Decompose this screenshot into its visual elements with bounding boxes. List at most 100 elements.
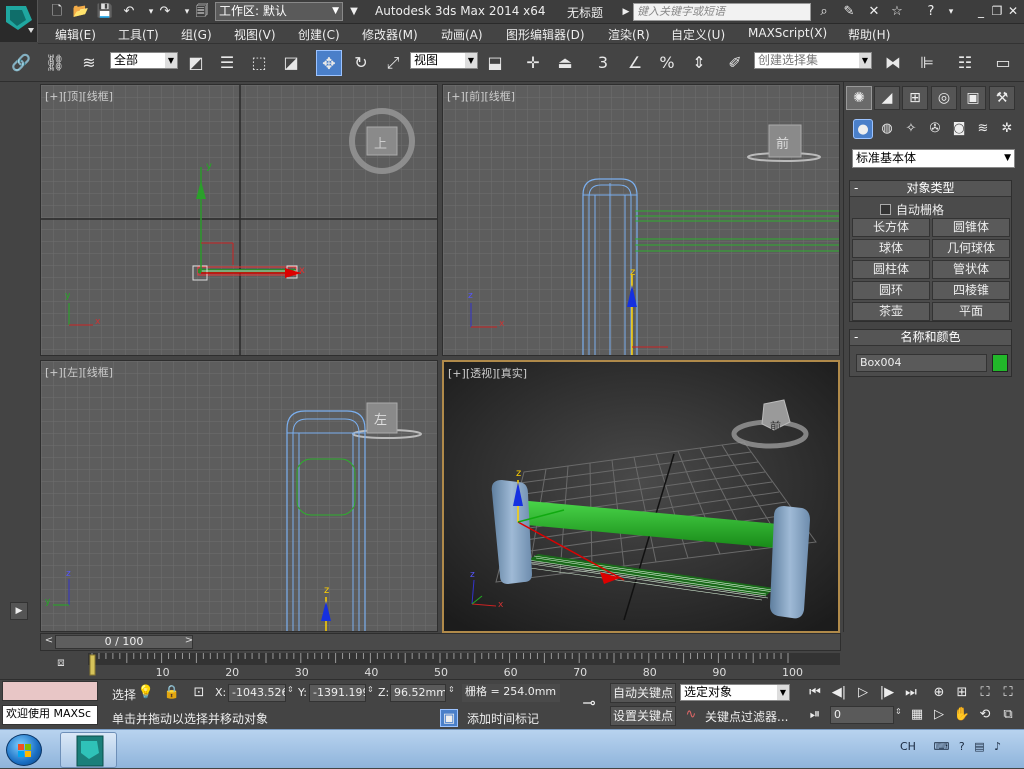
menu-group[interactable]: 组(G) [181, 26, 212, 43]
select-and-manipulate-icon[interactable]: ✛ [520, 50, 546, 76]
binoculars-icon[interactable]: ⌕ [815, 3, 833, 21]
network-icon[interactable]: ▤ [974, 740, 984, 753]
start-button[interactable] [6, 734, 42, 766]
field-of-view-icon[interactable]: ▷ [930, 706, 948, 724]
percent-snap-icon[interactable]: % [654, 50, 680, 76]
select-object-icon[interactable]: ◩ [183, 50, 209, 76]
save-icon[interactable]: 💾 [96, 3, 114, 21]
viewport-plus-menu[interactable]: [+] [448, 367, 466, 380]
key-mode-dropdown[interactable]: 选定对象 ▼ [680, 684, 790, 701]
viewport-shading[interactable]: [线框] [82, 90, 113, 103]
spinner-icon[interactable]: ⇕ [448, 685, 455, 694]
spinner-icon[interactable]: ⇕ [895, 707, 902, 716]
select-and-move-icon[interactable]: ✥ [316, 50, 342, 76]
auto-key-button[interactable]: 自动关键点 [610, 683, 676, 703]
previous-frame-icon[interactable]: ◀| [830, 684, 848, 702]
utilities-tab-icon[interactable]: ⚒ [989, 86, 1015, 110]
primitive-type-dropdown[interactable]: 标准基本体 ▼ [852, 149, 1015, 168]
menu-modifiers[interactable]: 修改器(M) [362, 26, 418, 43]
project-folder-icon[interactable]: 🗐 [193, 3, 211, 21]
reference-coordinate-dropdown[interactable]: 视图 ▼ [410, 52, 478, 69]
viewport-label[interactable]: [+][顶][线框] [45, 88, 113, 104]
maximize-viewport-icon[interactable]: ⧉ [999, 706, 1017, 724]
zoom-extents-icon[interactable]: ⛶ [976, 684, 994, 702]
create-tab-icon[interactable]: ✺ [846, 86, 872, 110]
snaps-toggle-icon[interactable]: 3 [590, 50, 616, 76]
add-time-tag-icon[interactable]: ▣ [440, 709, 458, 727]
pyramid-button[interactable]: 四棱锥 [932, 281, 1010, 300]
viewport-top[interactable]: [+][顶][线框] 上 y x y x [40, 84, 438, 356]
absolute-mode-icon[interactable]: ⊡ [190, 684, 208, 702]
box-button[interactable]: 长方体 [852, 218, 930, 237]
next-frame-icon[interactable]: |▶ [878, 684, 896, 702]
torus-button[interactable]: 圆环 [852, 281, 930, 300]
maxscript-mini-listener-bottom[interactable]: 欢迎使用 MAXSc [2, 705, 98, 725]
object-name-field[interactable]: Box004 [856, 354, 987, 372]
shapes-icon[interactable]: ◍ [877, 119, 897, 139]
menu-edit[interactable]: 编辑(E) [55, 26, 96, 43]
modify-tab-icon[interactable]: ◢ [874, 86, 900, 110]
pivot-center-icon[interactable]: ⬓ [482, 50, 508, 76]
viewport-name[interactable]: [左] [63, 366, 83, 379]
time-config-icon[interactable]: ▦ [908, 706, 926, 724]
menu-maxscript[interactable]: MAXScript(X) [748, 26, 827, 40]
keyboard-icon[interactable]: ⌨ [933, 740, 949, 753]
menu-graph-editors[interactable]: 图形编辑器(D) [506, 26, 585, 43]
redo-icon[interactable]: ↷ [156, 3, 174, 21]
mini-curve-editor-icon[interactable]: ⧈ [52, 655, 70, 673]
named-selection-dropdown[interactable]: 创建选择集 ▼ [754, 52, 872, 69]
viewport-front[interactable]: [+][前][线框] 前 z z x [442, 84, 840, 356]
help-icon[interactable]: ? [922, 3, 940, 21]
track-bar[interactable]: ⧈ 10 20 30 40 50 60 70 80 90 100 [40, 653, 841, 679]
time-slider-thumb[interactable]: 0 / 100 [55, 635, 193, 649]
viewcube-face-label[interactable]: 前 [770, 418, 781, 434]
viewport-label[interactable]: [+][左][线框] [45, 364, 113, 380]
layer-manager-icon[interactable]: ☷ [952, 50, 978, 76]
select-by-name-icon[interactable]: ☰ [214, 50, 240, 76]
geosphere-button[interactable]: 几何球体 [932, 239, 1010, 258]
spinner-snap-icon[interactable]: ⇕ [686, 50, 712, 76]
zoom-all-icon[interactable]: ⊞ [953, 684, 971, 702]
restore-icon[interactable]: ❐ [990, 4, 1004, 20]
align-icon[interactable]: ⊫ [914, 50, 940, 76]
current-frame-field[interactable]: 0 [830, 706, 894, 724]
language-indicator[interactable]: CH [900, 740, 916, 753]
cone-button[interactable]: 圆锥体 [932, 218, 1010, 237]
go-to-end-icon[interactable]: ⏭ [902, 684, 920, 702]
search-input[interactable]: 键入关键字或短语 [633, 3, 811, 21]
viewport-left[interactable]: [+][左][线框] 左 z z y [40, 360, 438, 632]
plane-button[interactable]: 平面 [932, 302, 1010, 321]
select-and-rotate-icon[interactable]: ↻ [348, 50, 374, 76]
rect-selection-region-icon[interactable]: ⬚ [246, 50, 272, 76]
x-coordinate-field[interactable]: -1043.526 [228, 684, 286, 702]
object-color-swatch[interactable] [992, 354, 1008, 372]
viewport-shading[interactable]: [线框] [82, 366, 113, 379]
prev-frame-icon[interactable]: < [43, 635, 55, 649]
select-and-scale-icon[interactable]: ⤢ [380, 50, 406, 76]
angle-snap-icon[interactable]: ∠ [622, 50, 648, 76]
spinner-icon[interactable]: ⇕ [367, 685, 374, 694]
pan-icon[interactable]: ✋ [953, 706, 971, 724]
viewport-label[interactable]: [+][透视][真实] [448, 365, 527, 381]
add-time-tag-label[interactable]: 添加时间标记 [467, 710, 539, 727]
close-icon[interactable]: ✕ [1006, 4, 1020, 20]
autogrid-checkbox[interactable]: 自动栅格 [880, 201, 944, 218]
open-file-icon[interactable]: 📂 [72, 3, 90, 21]
viewcube-face-label[interactable]: 上 [374, 133, 387, 152]
name-and-color-header[interactable]: - 名称和颜色 [850, 330, 1011, 346]
cameras-icon[interactable]: ✇ [925, 119, 945, 139]
tube-button[interactable]: 管状体 [932, 260, 1010, 279]
spinner-icon[interactable]: ⇕ [287, 685, 294, 694]
menu-tools[interactable]: 工具(T) [118, 26, 159, 43]
menu-rendering[interactable]: 渲染(R) [608, 26, 650, 43]
help-tray-icon[interactable]: ? [959, 740, 965, 753]
viewcube-face-label[interactable]: 左 [374, 409, 387, 428]
menu-animation[interactable]: 动画(A) [441, 26, 483, 43]
viewport-label[interactable]: [+][前][线框] [447, 88, 515, 104]
helpers-icon[interactable]: ◙ [949, 119, 969, 139]
subscription-icon[interactable]: ✎ [840, 3, 858, 21]
viewport-plus-menu[interactable]: [+] [45, 90, 63, 103]
bind-space-warp-icon[interactable]: ≋ [76, 50, 102, 76]
lights-icon[interactable]: ✧ [901, 119, 921, 139]
sphere-button[interactable]: 球体 [852, 239, 930, 258]
